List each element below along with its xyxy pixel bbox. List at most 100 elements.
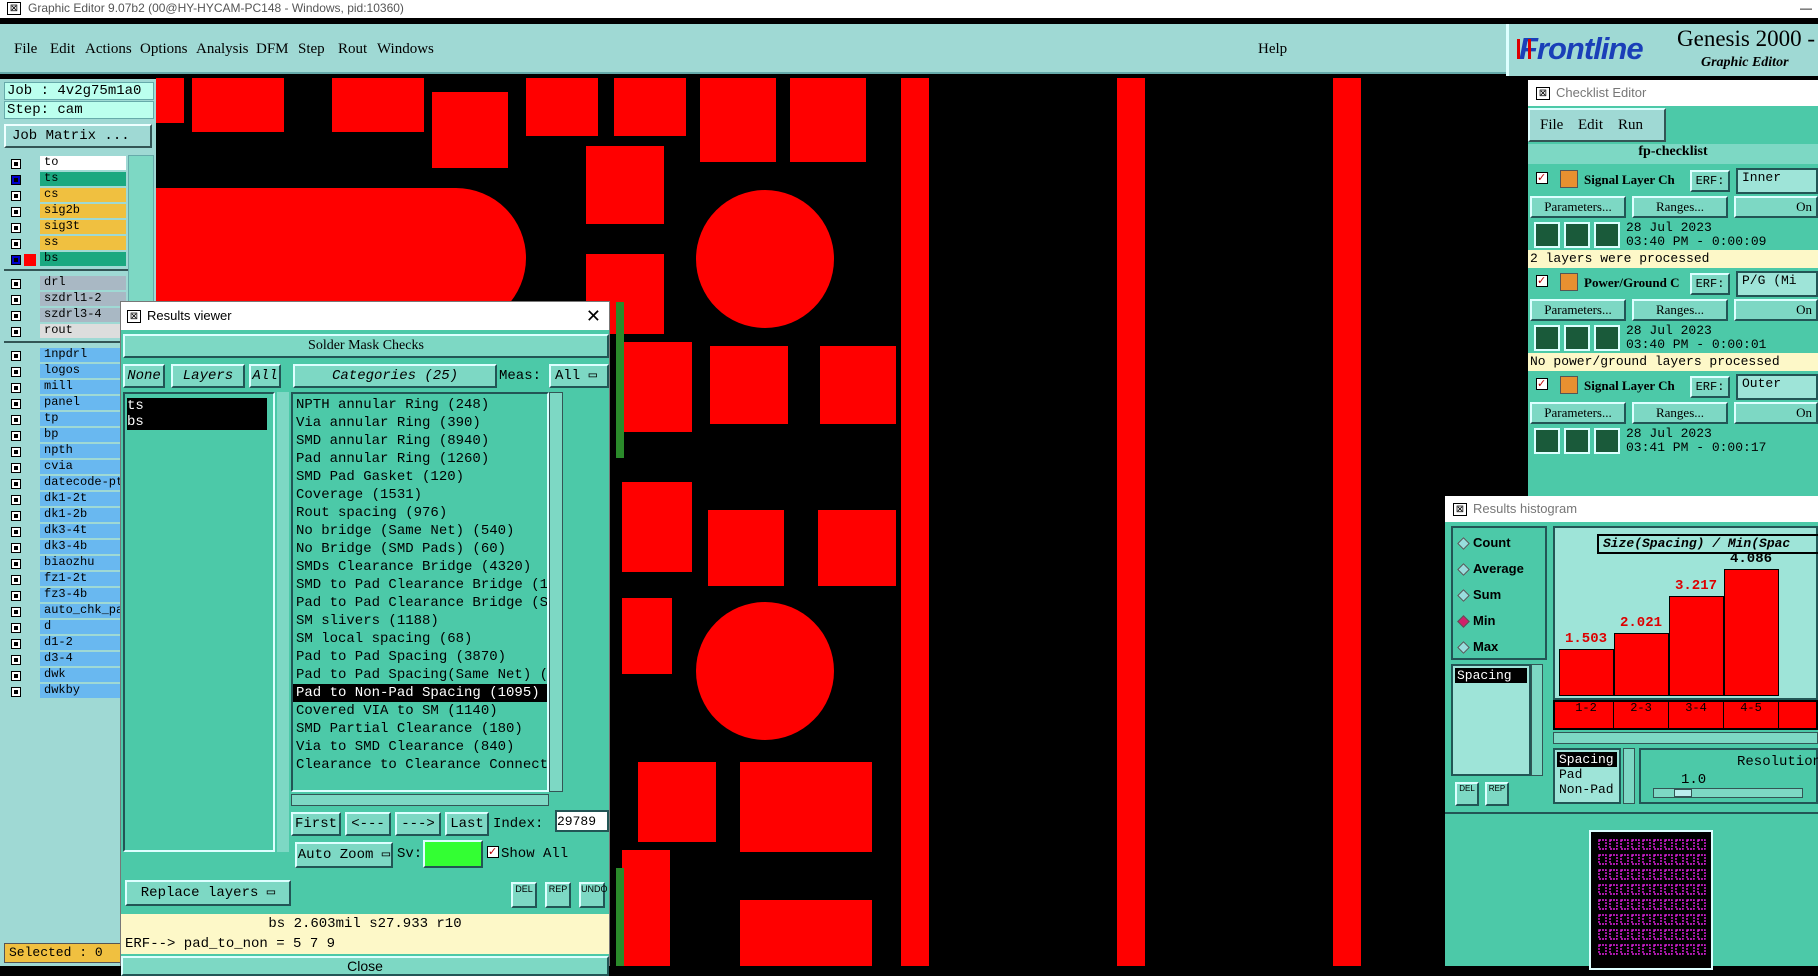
layer-checkbox[interactable] <box>11 623 21 633</box>
layer-row-szdrl1-2[interactable]: szdrl1-2 <box>4 291 128 307</box>
layer-row-fz3-4b[interactable]: fz3-4b <box>4 587 128 603</box>
category-item[interactable]: SMD to Pad Clearance Bridge (1260 <box>293 576 547 594</box>
layer-row-dwk[interactable]: dwk <box>4 667 128 683</box>
category-item[interactable]: Pad to Pad Clearance Bridge (Same <box>293 594 547 612</box>
on-button[interactable]: On <box>1734 196 1818 218</box>
preview-thumbnail[interactable] <box>1589 830 1713 970</box>
checklist-menu-file[interactable]: File <box>1540 117 1563 134</box>
ranges-button[interactable]: Ranges... <box>1632 196 1728 218</box>
category-item[interactable]: Clearance to Clearance Connection <box>293 756 547 774</box>
histogram-bar[interactable] <box>1669 595 1724 696</box>
layer-checkbox[interactable] <box>11 351 21 361</box>
histogram-sublist[interactable]: Spacing Pad Non-Pad <box>1553 748 1621 804</box>
layer-row-auto_chk_pa[interactable]: auto_chk_pa <box>4 603 128 619</box>
job-matrix-button[interactable]: Job Matrix ... <box>4 124 152 148</box>
layer-checkbox[interactable] <box>11 543 21 553</box>
layer-row-dk3-4b[interactable]: dk3-4b <box>4 539 128 555</box>
layer-checkbox[interactable] <box>11 559 21 569</box>
checklist-menu-run[interactable]: Run <box>1618 117 1643 134</box>
menu-help[interactable]: Help <box>1258 41 1287 58</box>
mode-radio-average[interactable]: Average <box>1457 560 1524 578</box>
del-icon[interactable]: DEL <box>511 882 537 908</box>
layer-checkbox[interactable] <box>11 191 21 201</box>
category-item[interactable]: Rout spacing (976) <box>293 504 547 522</box>
run-icon[interactable] <box>1594 428 1620 454</box>
layer-checkbox[interactable] <box>11 607 21 617</box>
layer-checkbox[interactable] <box>11 431 21 441</box>
menu-actions[interactable]: Actions <box>85 41 132 58</box>
mode-radio-sum[interactable]: Sum <box>1457 586 1501 604</box>
index-input[interactable] <box>555 810 609 832</box>
meas-dropdown[interactable]: All ▭ <box>549 364 609 388</box>
layer-row-datecode-pt[interactable]: datecode-pt <box>4 475 128 491</box>
category-item[interactable]: Pad to Non-Pad Spacing (1095) <box>293 684 547 702</box>
layer-checkbox[interactable] <box>11 447 21 457</box>
layer-checkbox[interactable] <box>11 511 21 521</box>
erf-button[interactable]: ERF: <box>1690 170 1730 192</box>
layer-checkbox[interactable] <box>11 311 21 321</box>
sublist-spacing[interactable]: Spacing <box>1557 752 1617 767</box>
menu-step[interactable]: Step <box>298 41 325 58</box>
layer-checkbox[interactable] <box>11 399 21 409</box>
layer-row-1npdrl[interactable]: 1npdrl <box>4 347 128 363</box>
categories-button[interactable]: Categories (25) <box>293 364 497 388</box>
on-button[interactable]: On <box>1734 402 1818 424</box>
layer-row-cs[interactable]: cs <box>4 187 128 203</box>
menu-edit[interactable]: Edit <box>50 41 75 58</box>
erf-button[interactable]: ERF: <box>1690 376 1730 398</box>
layer-row-dk1-2b[interactable]: dk1-2b <box>4 507 128 523</box>
layer-checkbox[interactable] <box>11 415 21 425</box>
resolution-slider-handle[interactable] <box>1674 789 1692 797</box>
category-item[interactable]: NPTH annular Ring (248) <box>293 396 547 414</box>
categories-scrollbar[interactable] <box>549 392 563 792</box>
category-item[interactable]: Coverage (1531) <box>293 486 547 504</box>
category-item[interactable]: Pad to Pad Spacing(Same Net) (105 <box>293 666 547 684</box>
histogram-list[interactable]: Spacing <box>1451 664 1531 776</box>
checklist-item-checkbox[interactable]: ✓ <box>1536 275 1548 287</box>
run-icon[interactable] <box>1534 428 1560 454</box>
layer-row-bp[interactable]: bp <box>4 427 128 443</box>
layer-row-bs[interactable]: bs <box>4 251 128 267</box>
replace-layers-dropdown[interactable]: Replace layers ▭ <box>125 880 291 906</box>
layer-row-sig2b[interactable]: sig2b <box>4 203 128 219</box>
parameters-button[interactable]: Parameters... <box>1530 299 1626 321</box>
parameters-button[interactable]: Parameters... <box>1530 196 1626 218</box>
layer-row-panel[interactable]: panel <box>4 395 128 411</box>
histogram-bar[interactable] <box>1724 568 1779 696</box>
category-item[interactable]: No Bridge (SMD Pads) (60) <box>293 540 547 558</box>
next-button[interactable]: ---> <box>395 812 441 836</box>
category-item[interactable]: SMD Pad Gasket (120) <box>293 468 547 486</box>
categories-hscrollbar[interactable] <box>291 794 549 806</box>
prev-button[interactable]: <--- <box>345 812 391 836</box>
layer-row-cvia[interactable]: cvia <box>4 459 128 475</box>
checklist-item-checkbox[interactable]: ✓ <box>1536 172 1548 184</box>
sublist-non-pad[interactable]: Non-Pad <box>1555 782 1619 797</box>
ranges-button[interactable]: Ranges... <box>1632 402 1728 424</box>
layer-row-szdrl3-4[interactable]: szdrl3-4 <box>4 307 128 323</box>
run-icon[interactable] <box>1534 222 1560 248</box>
layer-result-bs[interactable]: bs <box>127 414 267 430</box>
menu-rout[interactable]: Rout <box>338 41 367 58</box>
on-button[interactable]: On <box>1734 299 1818 321</box>
category-item[interactable]: Via annular Ring (390) <box>293 414 547 432</box>
checklist-menu-edit[interactable]: Edit <box>1578 117 1603 134</box>
sublist-scrollbar[interactable] <box>1623 748 1635 804</box>
layer-checkbox[interactable] <box>11 575 21 585</box>
mode-radio-min[interactable]: Min <box>1457 612 1495 630</box>
layer-row-drl[interactable]: drl <box>4 275 128 291</box>
categories-list[interactable]: NPTH annular Ring (248) Via annular Ring … <box>291 392 549 792</box>
all-button[interactable]: All <box>249 364 281 388</box>
menu-analysis[interactable]: Analysis <box>196 41 249 58</box>
layer-row-d3-4[interactable]: d3-4 <box>4 651 128 667</box>
layer-checkbox[interactable] <box>11 495 21 505</box>
rep-icon[interactable]: REP <box>1485 782 1509 806</box>
menu-options[interactable]: Options <box>140 41 188 58</box>
layer-checkbox[interactable] <box>11 383 21 393</box>
layer-checkbox[interactable] <box>11 159 21 169</box>
layer-checkbox[interactable] <box>11 687 21 697</box>
layer-results-list[interactable]: ts bs <box>123 392 275 852</box>
histogram-list-scrollbar[interactable] <box>1531 664 1543 776</box>
sv-color-dropdown[interactable] <box>423 840 483 868</box>
minimize-button[interactable]: — <box>1800 0 1812 16</box>
layer-checkbox[interactable] <box>11 367 21 377</box>
